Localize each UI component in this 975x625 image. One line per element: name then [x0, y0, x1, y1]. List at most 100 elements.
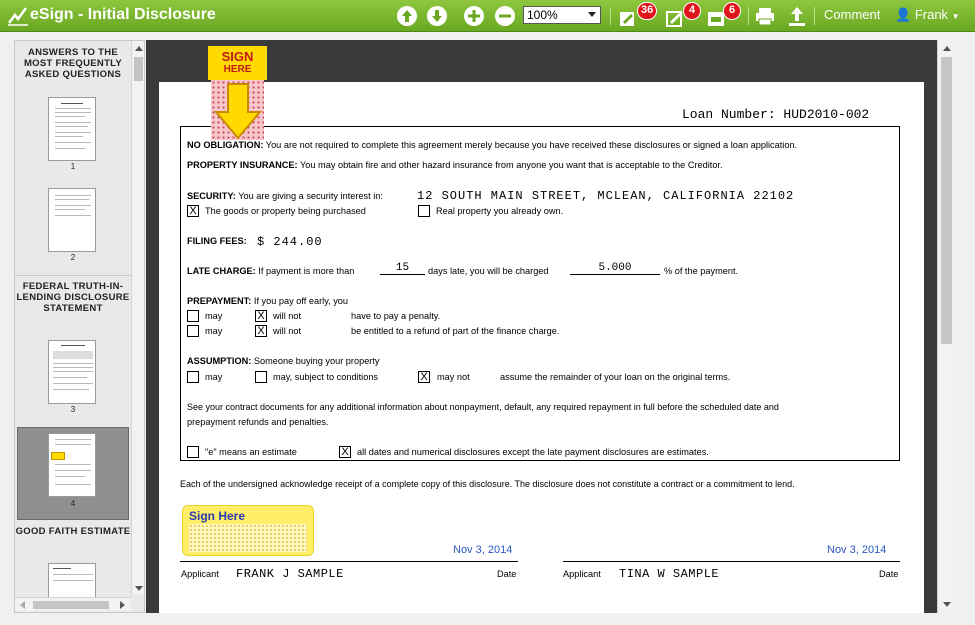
assumption-may-checkbox[interactable]	[187, 371, 199, 383]
toolbar-divider	[748, 7, 749, 25]
sign-flag-banner: SIGN HERE	[208, 46, 267, 80]
down-arrow-icon	[214, 83, 262, 140]
security-address: 12 SOUTH MAIN STREET, MCLEAN, CALIFORNIA…	[417, 189, 795, 203]
page-number: 4	[70, 499, 76, 508]
applicant-label: Applicant	[563, 569, 601, 579]
late-charge-text-2: days late, you will be charged	[428, 266, 549, 276]
page-number: 2	[70, 253, 76, 262]
property-insurance-text: You may obtain fire and other hazard ins…	[300, 160, 723, 170]
signature-logo-icon	[8, 7, 28, 26]
late-charge-text-3: % of the payment.	[664, 266, 739, 276]
scroll-right-icon[interactable]	[120, 601, 125, 609]
toolbar-divider	[610, 7, 611, 25]
real-property-option-label: Real property you already own.	[436, 206, 564, 216]
estimate-option-label: "e" means an estimate	[205, 447, 297, 457]
comment-button[interactable]: Comment	[824, 7, 880, 22]
assumption-may-not-checkbox[interactable]: X	[418, 371, 430, 383]
applicant-2-date: Nov 3, 2014	[827, 544, 887, 556]
may-subject-label: may, subject to conditions	[273, 372, 379, 382]
user-menu[interactable]: 👤 Frank ▼	[895, 7, 960, 23]
scroll-left-icon[interactable]	[20, 601, 25, 609]
scroll-up-icon[interactable]	[135, 46, 143, 51]
late-days-underline	[380, 274, 425, 275]
prepay-refund-text: be entitled to a refund of part of the f…	[351, 326, 560, 336]
initials-count-badge: 6	[723, 2, 741, 20]
sidebar-horizontal-scrollbar[interactable]	[15, 597, 131, 611]
signature-count-badge: 4	[683, 2, 701, 20]
estimate-checkbox[interactable]	[187, 446, 199, 458]
viewer-vertical-scrollbar[interactable]	[937, 40, 955, 613]
sidebar-hscroll-thumb[interactable]	[33, 601, 109, 609]
sign-pending-icon[interactable]	[619, 8, 639, 28]
security-text: You are giving a security interest in:	[238, 191, 383, 201]
section-divider	[15, 275, 131, 276]
chevron-down-icon: ▼	[951, 12, 960, 21]
page-number: 3	[70, 405, 76, 414]
date-label: Date	[879, 569, 899, 579]
top-toolbar: eSign - Initial Disclosure 100% 36 4 6 C…	[0, 0, 975, 32]
page-number: 1	[70, 162, 76, 171]
pending-count-badge: 36	[637, 2, 658, 20]
signature-area[interactable]	[189, 524, 307, 552]
loan-number: Loan Number: HUD2010-002	[682, 107, 870, 122]
applicant-label: Applicant	[181, 569, 219, 579]
prepay-penalty-may-checkbox[interactable]	[187, 310, 199, 322]
previous-page-icon[interactable]	[396, 5, 418, 27]
zoom-in-icon[interactable]	[463, 5, 485, 27]
sign-flag-line-1: SIGN	[221, 49, 254, 64]
may-label: may	[205, 326, 223, 336]
chevron-down-icon	[588, 12, 596, 17]
sidebar-vertical-scrollbar[interactable]	[131, 41, 144, 595]
prepay-penalty-will-not-checkbox[interactable]: X	[255, 310, 267, 322]
sign-here-flag[interactable]: SIGN HERE	[208, 46, 267, 142]
assumption-remainder-text: assume the remainder of your loan on the…	[500, 372, 731, 382]
prepay-penalty-text: have to pay a penalty.	[351, 311, 441, 321]
date-label: Date	[497, 569, 517, 579]
signature-line-2	[563, 561, 900, 562]
prepay-refund-may-checkbox[interactable]	[187, 325, 199, 337]
page-thumbnail-1[interactable]	[48, 97, 96, 161]
section-gfe-label[interactable]: GOOD FAITH ESTIMATE	[15, 526, 131, 537]
no-obligation-text: You are not required to complete this ag…	[265, 140, 798, 150]
goods-checkbox[interactable]: X	[187, 205, 199, 217]
scroll-down-icon[interactable]	[943, 602, 951, 607]
sign-flag-marker	[51, 452, 65, 460]
sign-here-field[interactable]: Sign Here	[182, 505, 314, 556]
user-icon: 👤	[895, 7, 912, 22]
property-insurance-label: PROPERTY INSURANCE:	[187, 160, 298, 170]
toolbar-divider	[814, 7, 815, 25]
scroll-down-icon[interactable]	[135, 586, 143, 591]
section-faq-label[interactable]: ANSWERS TO THE MOST FREQUENTLY ASKED QUE…	[15, 47, 131, 80]
acknowledge-text: Each of the undersigned acknowledge rece…	[180, 479, 795, 489]
print-icon[interactable]	[754, 5, 776, 27]
page-thumbnail-2[interactable]	[48, 188, 96, 252]
real-property-checkbox[interactable]	[418, 205, 430, 217]
filing-fees-value: $ 244.00	[257, 235, 323, 249]
applicant-1-date: Nov 3, 2014	[453, 544, 513, 556]
all-dates-checkbox[interactable]: X	[339, 446, 351, 458]
will-not-label: will not	[273, 311, 302, 321]
section-tila-label[interactable]: FEDERAL TRUTH-IN-LENDING DISCLOSURE STAT…	[15, 281, 131, 314]
zoom-out-icon[interactable]	[494, 5, 516, 27]
contract-text-line-1: See your contract documents for any addi…	[187, 402, 779, 412]
assumption-label: ASSUMPTION:	[187, 356, 252, 366]
assumption-may-subject-checkbox[interactable]	[255, 371, 267, 383]
sidebar-scroll-thumb[interactable]	[134, 57, 143, 81]
may-not-label: may not	[437, 372, 470, 382]
viewer-scroll-thumb[interactable]	[941, 57, 952, 344]
late-charge-label: LATE CHARGE:	[187, 266, 256, 276]
security-label: SECURITY:	[187, 191, 236, 201]
prepay-refund-will-not-checkbox[interactable]: X	[255, 325, 267, 337]
goods-option-label: The goods or property being purchased	[205, 206, 366, 216]
page-thumbnail-4[interactable]	[48, 433, 96, 497]
next-page-icon[interactable]	[426, 5, 448, 27]
page-thumbnail-3[interactable]	[48, 340, 96, 404]
scroll-up-icon[interactable]	[943, 46, 951, 51]
zoom-select[interactable]: 100%	[523, 6, 601, 24]
zoom-value: 100%	[527, 8, 558, 22]
applicant-2-name: TINA W SAMPLE	[619, 567, 720, 581]
assumption-text: Someone buying your property	[253, 356, 380, 366]
late-days-value: 15	[395, 262, 410, 274]
upload-icon[interactable]	[786, 5, 808, 27]
late-percent-underline	[570, 274, 660, 275]
